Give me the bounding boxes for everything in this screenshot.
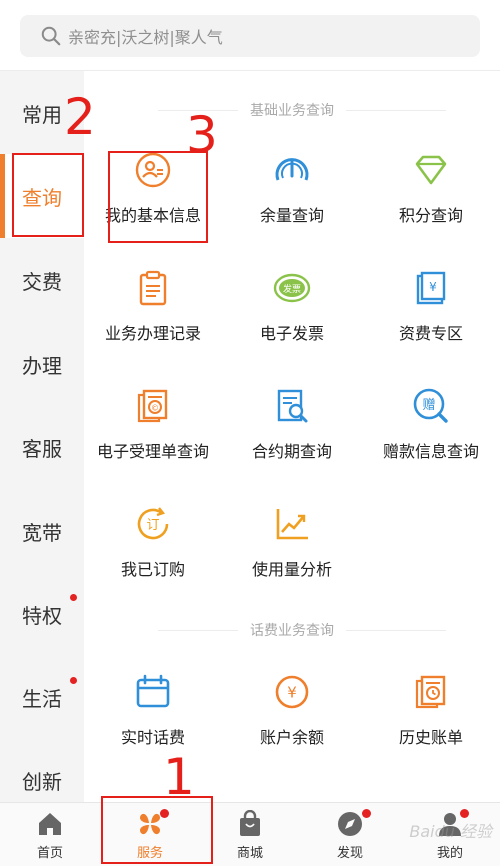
- search-placeholder: 亲密充|沃之树|聚人气: [68, 28, 223, 47]
- grid-item-account-balance[interactable]: ¥ 账户余额: [222, 672, 362, 762]
- grid-item-label: 使用量分析: [251, 560, 332, 579]
- annotation-box-my-info: [108, 151, 208, 243]
- diamond-icon: [411, 150, 451, 190]
- trend-chart-icon: [272, 504, 312, 544]
- sidebar-item-label: 创新: [22, 769, 62, 794]
- svg-text:发票: 发票: [283, 283, 301, 295]
- grid-item-label: 赠款信息查询: [382, 442, 479, 461]
- compass-icon: [338, 811, 362, 836]
- yuan-book-icon: ¥: [411, 268, 451, 308]
- sidebar-item-payment[interactable]: 交费: [0, 250, 84, 310]
- svg-text:¥: ¥: [429, 280, 437, 294]
- section-title-basic: 基础业务查询: [84, 100, 500, 120]
- sidebar-item-life[interactable]: 生活: [0, 667, 84, 727]
- grid-item-tariff-zone[interactable]: ¥ 资费专区: [361, 268, 500, 358]
- grid-item-label: 我已订购: [120, 560, 185, 579]
- grid-item-label: 电子受理单查询: [96, 442, 209, 461]
- grid-item-label: 业务办理记录: [104, 324, 201, 343]
- nav-home[interactable]: 首页: [0, 803, 100, 866]
- svg-text:赠: 赠: [422, 398, 435, 413]
- sidebar-item-label: 宽带: [22, 520, 62, 545]
- sidebar-item-label: 特权: [22, 603, 62, 628]
- grid-item-realtime-bill[interactable]: 实时话费: [83, 672, 223, 762]
- invoice-badge-icon: 发票: [272, 268, 312, 308]
- sidebar-item-privilege[interactable]: 特权: [0, 584, 84, 644]
- nav-mall[interactable]: 商城: [200, 803, 300, 866]
- sidebar-item-broadband[interactable]: 宽带: [0, 501, 84, 561]
- grid-item-subscribed[interactable]: 订 我已订购: [83, 504, 223, 594]
- history-bill-icon: [411, 672, 451, 712]
- search-area: 亲密充|沃之树|聚人气: [0, 0, 500, 72]
- yuan-coin-icon: ¥: [272, 672, 312, 712]
- grid-item-balance-query[interactable]: 余量查询: [222, 150, 362, 240]
- nav-label: 首页: [36, 845, 63, 861]
- sidebar-item-label: 交费: [22, 269, 62, 294]
- receipt-icon: ©: [133, 386, 173, 426]
- annotation-box-service: [101, 796, 213, 864]
- watermark: Baidu 经验: [409, 822, 492, 841]
- svg-text:©: ©: [151, 404, 159, 413]
- grid-item-label: 电子发票: [259, 324, 324, 343]
- sidebar-item-label: 客服: [22, 436, 62, 461]
- sidebar-item-label: 办理: [22, 353, 62, 378]
- grid-item-label: 资费专区: [398, 324, 463, 343]
- annotation-box-query: [12, 153, 84, 237]
- notification-dot: [362, 809, 371, 818]
- notification-dot: [70, 677, 77, 684]
- grid-item-label: 合约期查询: [251, 442, 332, 461]
- grid-item-business-records[interactable]: 业务办理记录: [83, 268, 223, 358]
- sidebar-item-label: 生活: [22, 686, 62, 711]
- notification-dot: [460, 809, 469, 818]
- annotation-number-2: 2: [64, 88, 96, 146]
- section-title-text: 话费业务查询: [238, 620, 346, 640]
- nav-label: 商城: [236, 845, 263, 861]
- search-icon: [41, 26, 61, 46]
- sidebar-item-innovation[interactable]: 创新: [0, 750, 84, 810]
- document-search-icon: [272, 386, 312, 426]
- subscribed-icon: 订: [133, 504, 173, 544]
- annotation-number-1: 1: [163, 748, 195, 806]
- clipboard-icon: [133, 268, 173, 308]
- sidebar-item-handle[interactable]: 办理: [0, 334, 84, 394]
- grid-item-history-bill[interactable]: 历史账单: [361, 672, 500, 762]
- notification-dot: [70, 594, 77, 601]
- svg-text:¥: ¥: [287, 684, 297, 702]
- grid-item-contract-query[interactable]: 合约期查询: [222, 386, 362, 476]
- nav-label: 发现: [336, 845, 363, 861]
- section-title-text: 基础业务查询: [238, 100, 346, 120]
- grid-item-label: 积分查询: [398, 206, 463, 225]
- shopping-bag-icon: [240, 809, 260, 836]
- sidebar-item-label: 常用: [22, 102, 62, 127]
- grid-item-label: 账户余额: [259, 728, 324, 747]
- grid-item-usage-analysis[interactable]: 使用量分析: [222, 504, 362, 594]
- annotation-number-3: 3: [186, 106, 218, 164]
- search-input[interactable]: 亲密充|沃之树|聚人气: [20, 15, 480, 57]
- divider-line: [346, 630, 446, 631]
- grid-item-label: 实时话费: [120, 728, 185, 747]
- grid-item-e-receipt-query[interactable]: © 电子受理单查询: [83, 386, 223, 476]
- gift-search-icon: 赠: [411, 386, 451, 426]
- grid-item-e-invoice[interactable]: 发票 电子发票: [222, 268, 362, 358]
- svg-text:订: 订: [146, 518, 159, 533]
- signal-gauge-icon: [272, 150, 312, 190]
- home-icon: [39, 812, 61, 835]
- grid-item-gift-query[interactable]: 赠 赠款信息查询: [361, 386, 500, 476]
- sidebar-item-service[interactable]: 客服: [0, 417, 84, 477]
- grid-item-points-query[interactable]: 积分查询: [361, 150, 500, 240]
- section-title-billing: 话费业务查询: [84, 620, 500, 640]
- calendar-icon: [133, 672, 173, 712]
- divider-line: [346, 110, 446, 111]
- divider-line: [158, 630, 238, 631]
- grid-item-label: 历史账单: [398, 728, 463, 747]
- grid-item-label: 余量查询: [259, 206, 324, 225]
- nav-discover[interactable]: 发现: [300, 803, 400, 866]
- nav-label: 我的: [436, 845, 463, 861]
